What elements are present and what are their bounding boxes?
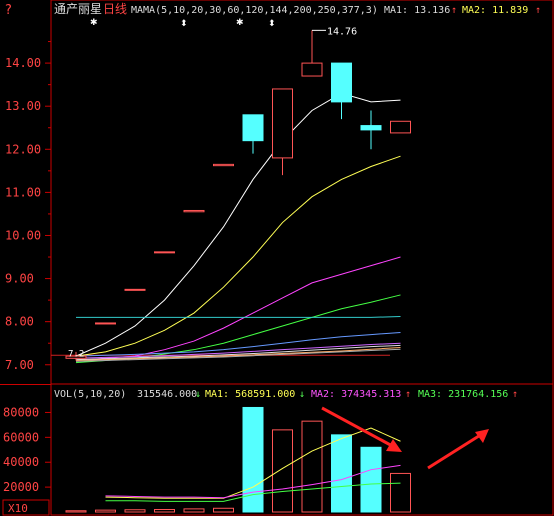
price-ma-line [76, 315, 401, 318]
price-axis: 14.00 13.00 12.00 11.00 10.00 9.00 8.00 7.00 [5, 41, 51, 372]
volume-bar-up [65, 510, 87, 513]
price-tick-label: 10.00 [5, 228, 41, 242]
candlesticks [65, 30, 411, 361]
mama-params: MAMA(5,10,20,30,60,120,144,200,250,377,3… [131, 5, 378, 16]
price-tick-label: 12.00 [5, 142, 41, 156]
vol-ma1-down-arrow: ↓ [299, 389, 305, 400]
candle-body-down [360, 125, 382, 131]
low-price-label: 7.2 [68, 349, 84, 359]
volume-bar-up [390, 472, 411, 513]
volume-tick-label: 40000 [3, 455, 39, 469]
candle-body-down [331, 62, 352, 103]
stock-chart[interactable]: ? 通产丽星 日线 MAMA(5,10,20,30,60,120,144,200… [0, 0, 554, 516]
vol-down-arrow: ↓ [195, 389, 201, 400]
price-panel-frame [50, 0, 554, 385]
up-arrow-line [427, 432, 483, 470]
volume-bar-up [154, 509, 175, 513]
vol-ma3-up-arrow: ↑ [512, 389, 518, 400]
period-label[interactable]: 日线 [103, 2, 127, 16]
volume-unit-label: X10 [8, 502, 28, 515]
candle-body-up [301, 62, 323, 77]
volume-tick-label: 20000 [3, 480, 39, 494]
volume-axis: 80000 60000 40000 20000 [3, 405, 51, 494]
candle-body-up [183, 209, 205, 213]
candle-body-up [95, 322, 116, 325]
vol-ma3: MA3: 231764.156 [418, 389, 508, 400]
volume-bar-up [213, 507, 234, 513]
price-ma-line [75, 155, 401, 357]
vol-ma2: MA2: 374345.313 [311, 389, 401, 400]
volume-bar-down [331, 434, 352, 513]
candle-body-down [242, 114, 264, 142]
price-tick-label: 7.00 [5, 358, 34, 372]
candle-body-up [154, 251, 175, 254]
price-tick-label: 8.00 [5, 315, 34, 329]
volume-bar-up [124, 509, 146, 513]
volume-bar-up [272, 429, 293, 513]
candle-body-up [272, 88, 293, 159]
price-tick-label: 9.00 [5, 272, 34, 286]
volume-bar-up [301, 420, 323, 513]
candle-body-up [390, 120, 411, 134]
ma1-up-arrow: ↑ [451, 5, 457, 16]
volume-bar-down [360, 446, 382, 513]
vol-value: 315546.000 [137, 389, 197, 400]
price-tick-label: 14.00 [5, 56, 41, 70]
star-marker: ✱ [236, 18, 244, 28]
candle-body-up [213, 163, 234, 167]
ma2-up-arrow: ↑ [535, 5, 541, 16]
help-icon[interactable]: ? [5, 3, 12, 18]
ma2-value: MA2: 11.839 [462, 5, 528, 16]
volume-tick-label: 60000 [3, 430, 39, 444]
stock-name: 通产丽星 [54, 2, 102, 16]
volume-tick-label: 80000 [3, 405, 39, 419]
candle-body-up [124, 288, 146, 291]
price-ma-line [75, 92, 401, 357]
diamond-marker: ⬍ [180, 19, 188, 29]
price-tick-label: 11.00 [5, 185, 41, 199]
high-price-label: 14.76 [327, 26, 357, 37]
vol-ma2-up-arrow: ↑ [405, 389, 411, 400]
vol-params: VOL(5,10,20) [54, 389, 126, 400]
star-marker: ✱ [90, 18, 98, 28]
diamond-marker: ⬍ [268, 19, 276, 29]
volume-bar-up [95, 509, 116, 513]
vol-ma1: MA1: 568591.000 [205, 389, 295, 400]
ma1-value: MA1: 13.136 [384, 5, 450, 16]
moving-average-lines [51, 92, 401, 364]
volume-bar-up [183, 508, 205, 513]
price-tick-label: 13.00 [5, 99, 41, 113]
